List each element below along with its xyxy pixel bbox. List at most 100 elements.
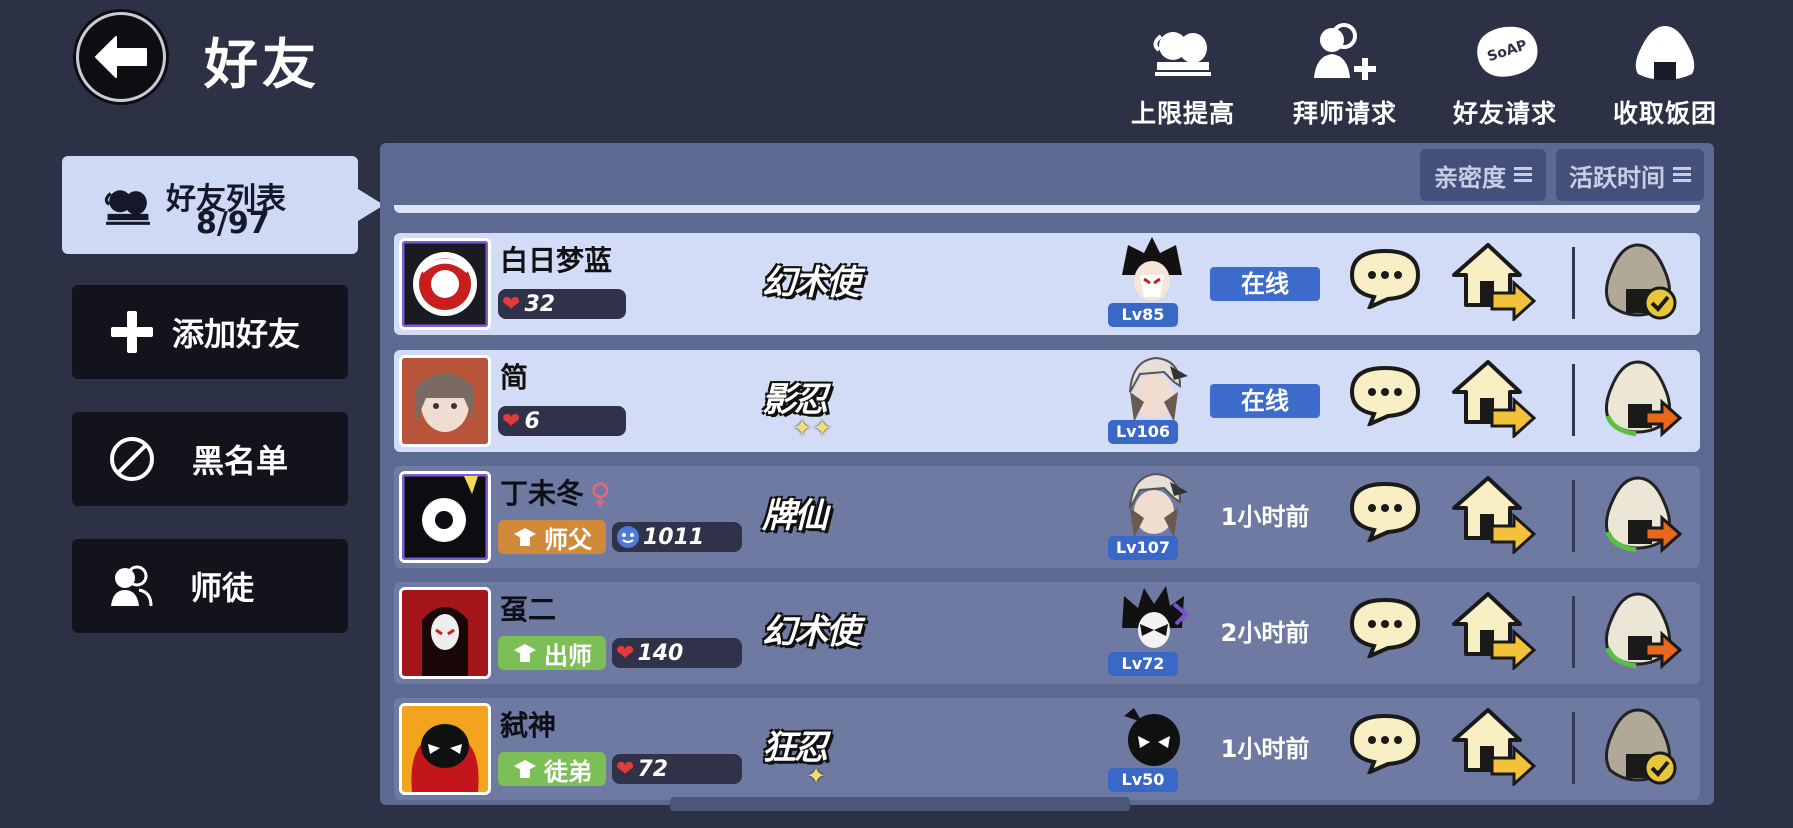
role-label: 师父 [544, 525, 592, 554]
person-plus-icon [1314, 23, 1376, 80]
intimacy-value: 6 [524, 408, 540, 434]
rice-ball-icon [1635, 26, 1695, 80]
class-name: 幻术使 [762, 612, 860, 652]
collect-riceball-button[interactable]: 收取饭团 [1590, 18, 1740, 130]
last-active-time: 1小时前 [1220, 735, 1310, 763]
scrolled-row-edge [394, 205, 1700, 213]
menu-icon [1673, 167, 1691, 182]
level-badge: Lv85 [1108, 303, 1178, 327]
send-riceball-icon[interactable] [1602, 588, 1682, 672]
friend-row[interactable]: 虿二 出师 ❤ 140 幻术使 Lv72 2小时前 [394, 582, 1700, 684]
heart-icon: ❤ [502, 408, 521, 434]
last-active-time: 1小时前 [1220, 503, 1310, 531]
friend-avatar[interactable] [399, 471, 491, 563]
intimacy-value: 140 [637, 640, 684, 666]
visit-home-icon[interactable] [1448, 356, 1538, 438]
sort-active-time-button[interactable]: 活跃时间 [1556, 149, 1704, 201]
add-friend-button[interactable]: 添加好友 [72, 285, 348, 379]
friend-avatar[interactable] [399, 587, 491, 679]
friend-row[interactable]: 白日梦蓝 ❤ 32 幻术使 Lv85 在线 [394, 233, 1700, 335]
friend-request-label: 好友请求 [1452, 99, 1557, 128]
character-portrait-icon [1122, 586, 1189, 648]
female-icon: ♀ [590, 477, 611, 510]
master-apprentice-button[interactable]: 师徒 [72, 539, 348, 633]
soap-bubble-icon: SoAP [1477, 26, 1538, 77]
role-label: 出师 [544, 641, 592, 670]
friend-list-panel: 亲密度 活跃时间 白日梦蓝 ❤ 32 幻术使 Lv85 在线 简 ❤ 6 影忍 … [380, 143, 1714, 805]
blacklist-button[interactable]: 黑名单 [72, 412, 348, 506]
riceball-collected-icon[interactable] [1602, 704, 1682, 788]
sort-intimacy-button[interactable]: 亲密度 [1420, 149, 1546, 201]
smiley-face-icon [617, 526, 639, 548]
chat-bubble-icon[interactable] [1348, 596, 1422, 658]
chat-bubble-icon[interactable] [1348, 480, 1422, 542]
add-friend-label: 添加好友 [172, 315, 301, 353]
class-stars: ✦ [806, 762, 827, 790]
intimacy-value: 32 [524, 291, 556, 317]
send-riceball-icon[interactable] [1602, 356, 1682, 440]
friend-avatar[interactable] [399, 238, 491, 330]
collect-riceball-label: 收取饭团 [1612, 99, 1717, 128]
heart-icon: ❤ [616, 640, 635, 666]
visit-home-icon[interactable] [1448, 239, 1538, 321]
character-portrait-icon [1124, 708, 1180, 766]
graduation-cap-icon [514, 644, 536, 662]
role-badge: 师父 [498, 520, 606, 554]
role-badge: 出师 [498, 636, 606, 670]
friend-avatar[interactable] [399, 355, 491, 447]
friend-name: 简 [500, 361, 529, 394]
friend-name: 弑神 [500, 709, 557, 742]
intimacy-pill: ❤ 140 [612, 638, 742, 668]
class-name: 牌仙 [762, 496, 828, 536]
status-badge: 在线 [1210, 384, 1320, 418]
master-points-value: 1011 [643, 524, 705, 550]
visit-home-icon[interactable] [1448, 472, 1538, 554]
class-stars: ✦✦ [792, 414, 833, 442]
friend-count: 8/97 [196, 206, 270, 241]
level-badge: Lv106 [1108, 420, 1178, 444]
send-riceball-icon[interactable] [1602, 472, 1682, 556]
class-name: 幻术使 [762, 263, 860, 303]
menu-icon [1514, 167, 1532, 182]
friend-name: 白日梦蓝 [500, 244, 613, 277]
apprentice-request-label: 拜师请求 [1292, 99, 1397, 128]
divider [1572, 712, 1575, 784]
friend-request-button[interactable]: SoAP 好友请求 [1430, 18, 1580, 130]
master-apprentice-label: 师徒 [190, 569, 255, 607]
visit-home-icon[interactable] [1448, 588, 1538, 670]
page-title: 好友 [204, 33, 320, 96]
friend-row[interactable]: 弑神 徒弟 ❤ 72 狂忍 ✦ Lv50 1小时前 [394, 698, 1700, 800]
divider [1572, 480, 1575, 552]
character-portrait-icon [1122, 237, 1182, 301]
raise-limit-label: 上限提高 [1130, 99, 1235, 128]
friend-avatar[interactable] [399, 703, 491, 795]
tab-friend-list[interactable]: 好友列表 8/97 [62, 156, 384, 254]
level-badge: Lv72 [1108, 652, 1178, 676]
friend-name: 丁未冬 ♀ [500, 472, 611, 512]
role-badge: 徒弟 [498, 752, 606, 786]
divider [1572, 596, 1575, 668]
visit-home-icon[interactable] [1448, 704, 1538, 786]
riceball-collected-icon[interactable] [1602, 239, 1682, 323]
intimacy-pill: ❤ 32 [498, 289, 626, 319]
chat-bubble-icon[interactable] [1348, 364, 1422, 426]
divider [1572, 364, 1575, 436]
friend-row[interactable]: 简 ❤ 6 影忍 ✦✦ Lv106 在线 [394, 350, 1700, 452]
scroll-indicator [670, 797, 1130, 811]
role-label: 徒弟 [544, 757, 592, 786]
two-heads-icon [104, 190, 150, 225]
apprentice-request-button[interactable]: 拜师请求 [1270, 18, 1420, 130]
back-button[interactable] [76, 12, 166, 102]
level-badge: Lv107 [1108, 536, 1178, 560]
chat-bubble-icon[interactable] [1348, 712, 1422, 774]
raise-limit-button[interactable]: 上限提高 [1108, 18, 1258, 130]
master-apprentice-icon [111, 565, 153, 607]
graduation-cap-icon [514, 528, 536, 546]
chat-bubble-icon[interactable] [1348, 247, 1422, 309]
intimacy-pill: ❤ 6 [498, 406, 626, 436]
sort-intimacy-label: 亲密度 [1434, 163, 1506, 192]
friend-row[interactable]: 丁未冬 ♀ 师父 1011 牌仙 Lv107 1小时前 [394, 466, 1700, 568]
ban-icon [110, 437, 154, 481]
graduation-cap-icon [514, 760, 536, 778]
two-heads-icon [1153, 32, 1211, 76]
